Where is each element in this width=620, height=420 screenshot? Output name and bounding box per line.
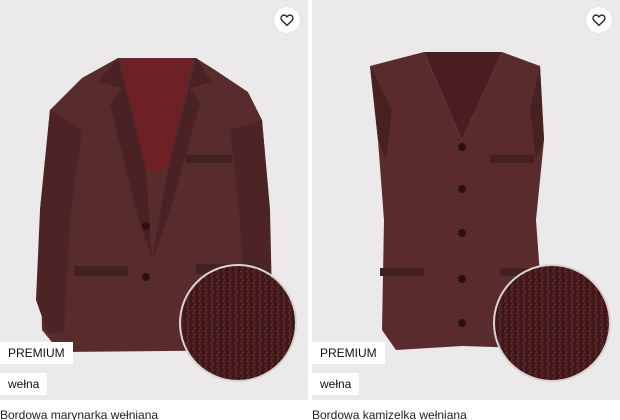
product-card-blazer[interactable]: PREMIUM wełna Bordowa marynarka wełniana bbox=[0, 0, 308, 420]
material-badge: wełna bbox=[0, 373, 48, 395]
favorite-button[interactable] bbox=[274, 7, 300, 33]
product-title[interactable]: Bordowa marynarka wełniana bbox=[0, 408, 158, 420]
blazer-image bbox=[36, 58, 297, 382]
heart-outline-icon bbox=[592, 14, 606, 26]
favorite-button[interactable] bbox=[586, 7, 612, 33]
vest-image bbox=[370, 52, 611, 382]
premium-badge: PREMIUM bbox=[312, 342, 385, 364]
premium-badge: PREMIUM bbox=[0, 342, 73, 364]
product-card-vest[interactable]: PREMIUM wełna Bordowa kamizelka wełniana bbox=[312, 0, 620, 420]
product-image-blazer[interactable]: PREMIUM wełna bbox=[0, 0, 308, 400]
product-image-vest[interactable]: PREMIUM wełna bbox=[312, 0, 620, 400]
product-title[interactable]: Bordowa kamizelka wełniana bbox=[312, 408, 467, 420]
heart-outline-icon bbox=[280, 14, 294, 26]
material-badge: wełna bbox=[312, 373, 360, 395]
